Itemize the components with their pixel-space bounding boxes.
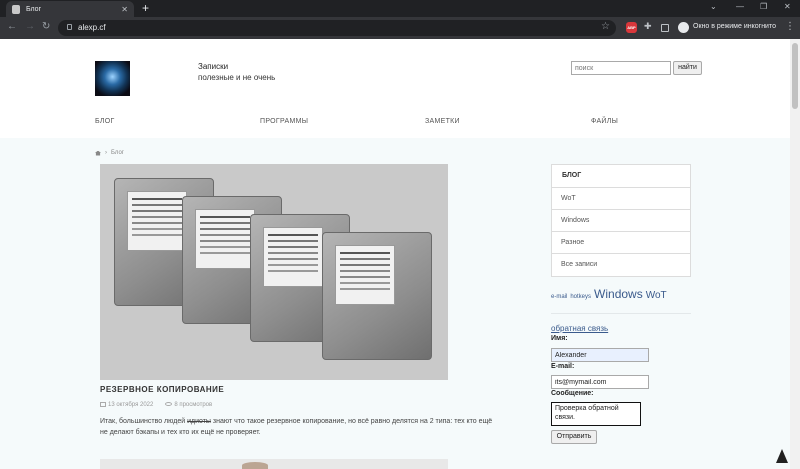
reload-icon[interactable]: ↻ bbox=[42, 21, 50, 33]
eye-icon bbox=[165, 402, 173, 406]
sidebar-item-all-posts[interactable]: Все записи bbox=[552, 254, 690, 276]
post-views: 8 просмотров bbox=[174, 402, 213, 408]
breadcrumb-separator: › bbox=[105, 150, 107, 156]
name-label: Имя: bbox=[551, 335, 568, 342]
email-label: E-mail: bbox=[551, 363, 575, 370]
search-button[interactable]: найти bbox=[673, 61, 702, 75]
nav-notes[interactable]: ЗАМЕТКИ bbox=[425, 118, 460, 125]
name-field[interactable] bbox=[551, 348, 649, 362]
site-title: Записки bbox=[198, 62, 229, 71]
site-header: Записки полезные и не очень найти БЛОГ П… bbox=[0, 39, 790, 138]
window-close-icon[interactable]: ✕ bbox=[784, 2, 791, 11]
new-tab-button[interactable]: + bbox=[142, 2, 149, 14]
tag-hotkeys[interactable]: hotkeys bbox=[570, 294, 591, 300]
post-meta: 13 октября 2022 8 просмотров bbox=[100, 402, 212, 408]
sidepanel-icon[interactable] bbox=[661, 24, 669, 32]
nav-programs[interactable]: ПРОГРАММЫ bbox=[260, 118, 308, 125]
post-date: 13 октября 2022 bbox=[108, 402, 154, 408]
browser-toolbar: ← → ↻ alexp.cf ☆ ABP ✚ Окно в режиме инк… bbox=[0, 17, 800, 39]
maximize-icon[interactable]: ❐ bbox=[760, 2, 767, 11]
url-text: alexp.cf bbox=[78, 23, 106, 32]
tag-email[interactable]: e-mail bbox=[551, 294, 567, 300]
minimize-icon[interactable]: — bbox=[736, 2, 744, 11]
nav-files[interactable]: ФАЙЛЫ bbox=[591, 118, 618, 125]
message-label: Сообщение: bbox=[551, 390, 594, 397]
post-image[interactable] bbox=[100, 164, 448, 380]
incognito-icon[interactable] bbox=[678, 22, 689, 33]
home-icon[interactable] bbox=[95, 150, 101, 156]
sidebar-menu: БЛОГ WoT Windows Разное Все записи bbox=[551, 164, 691, 277]
tab-search-icon[interactable]: ⌄ bbox=[710, 2, 717, 11]
search-input[interactable] bbox=[571, 61, 671, 75]
puzzle-icon[interactable]: ✚ bbox=[644, 21, 655, 32]
star-icon[interactable]: ☆ bbox=[601, 21, 610, 32]
sidebar-item-misc[interactable]: Разное bbox=[552, 232, 690, 254]
browser-tab-bar: Блог ✕ + ⌄ — ❐ ✕ bbox=[0, 0, 800, 17]
sidebar-header: БЛОГ bbox=[552, 165, 690, 188]
submit-button[interactable]: Отправить bbox=[551, 430, 597, 444]
breadcrumb: › Блог bbox=[95, 150, 124, 156]
sidebar-item-windows[interactable]: Windows bbox=[552, 210, 690, 232]
adblock-icon[interactable]: ABP bbox=[626, 22, 637, 33]
tag-windows[interactable]: Windows bbox=[594, 287, 643, 301]
incognito-label: Окно в режиме инкогнито bbox=[693, 23, 776, 30]
nav-blog[interactable]: БЛОГ bbox=[95, 118, 115, 125]
tag-cloud: e-mail hotkeys Windows WoT bbox=[551, 287, 667, 301]
tag-wot[interactable]: WoT bbox=[646, 290, 667, 301]
page-scrollbar[interactable] bbox=[790, 39, 800, 469]
site-subtitle: полезные и не очень bbox=[198, 73, 276, 82]
lock-icon bbox=[67, 24, 72, 30]
address-bar[interactable]: alexp.cf ☆ bbox=[58, 20, 616, 36]
post-excerpt: Итак, большинство людей идиоты знают что… bbox=[100, 418, 493, 436]
next-post-image[interactable] bbox=[100, 459, 448, 469]
forward-icon[interactable]: → bbox=[25, 21, 35, 33]
menu-icon[interactable]: ⋮ bbox=[785, 21, 795, 32]
calendar-icon bbox=[100, 402, 106, 407]
tab-blog[interactable]: Блог ✕ bbox=[6, 1, 134, 17]
hard-drive-image bbox=[322, 232, 432, 360]
sidebar-item-wot[interactable]: WoT bbox=[552, 188, 690, 210]
favicon-icon bbox=[12, 4, 20, 14]
site-logo[interactable] bbox=[95, 61, 130, 96]
breadcrumb-current: Блог bbox=[111, 150, 124, 156]
back-icon[interactable]: ← bbox=[7, 21, 17, 33]
close-tab-icon[interactable]: ✕ bbox=[121, 5, 128, 14]
mouse-cursor-icon bbox=[776, 449, 788, 463]
tab-title: Блог bbox=[26, 5, 42, 13]
next-post-image-detail bbox=[242, 462, 268, 469]
scrollbar-thumb[interactable] bbox=[792, 43, 798, 109]
email-field[interactable] bbox=[551, 375, 649, 389]
post-title[interactable]: РЕЗЕРВНОЕ КОПИРОВАНИЕ bbox=[100, 385, 224, 394]
message-field[interactable]: Проверка обратной связи. bbox=[551, 402, 641, 426]
main-content: › Блог РЕЗЕРВНОЕ КОПИРОВАНИЕ 13 октября … bbox=[0, 138, 790, 469]
sidebar-divider bbox=[551, 313, 691, 314]
feedback-link[interactable]: обратная связь bbox=[551, 324, 608, 333]
